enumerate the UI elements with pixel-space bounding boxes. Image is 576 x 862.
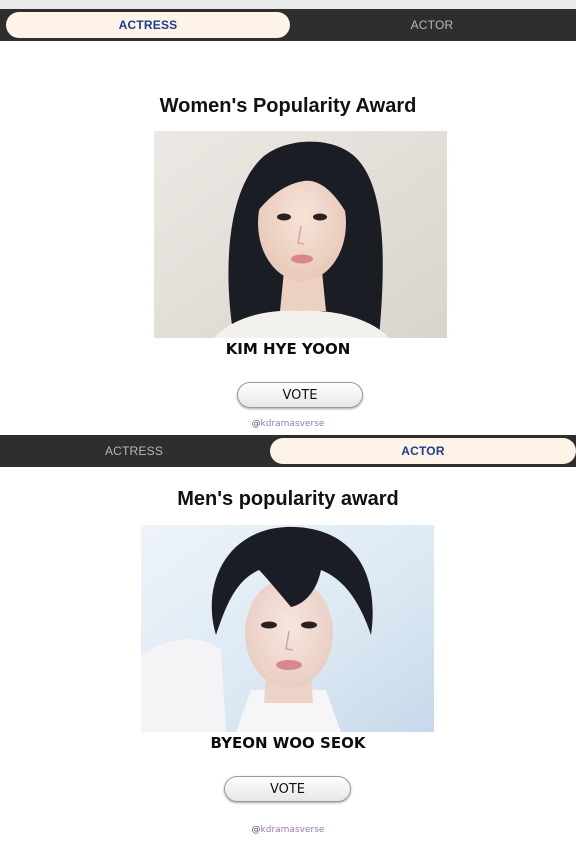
handle-watermark: @kdramasverse: [0, 419, 576, 429]
women-award-title: Women's Popularity Award: [159, 95, 417, 117]
tab-actress[interactable]: ACTRESS: [0, 438, 268, 464]
actress-photo: [154, 131, 447, 338]
handle-at: @: [251, 419, 261, 429]
handle-at: @: [251, 825, 261, 835]
tab-actress[interactable]: ACTRESS: [6, 12, 290, 38]
actress-name: KIM HYE YOON: [225, 340, 351, 358]
bottom-tab-bar: ACTRESS ACTOR: [0, 435, 576, 467]
tab-actor[interactable]: ACTOR: [290, 12, 574, 38]
vote-button-actor[interactable]: VOTE: [224, 776, 351, 802]
handle-watermark: @kdramasverse: [0, 825, 576, 835]
men-award-title: Men's popularity award: [177, 488, 399, 510]
handle-text: kdramasverse: [260, 419, 325, 429]
top-strip: [0, 0, 576, 9]
tab-actor[interactable]: ACTOR: [270, 438, 576, 464]
vote-button-actress[interactable]: VOTE: [237, 382, 363, 408]
actor-photo: [141, 525, 434, 732]
actor-name: BYEON WOO SEOK: [210, 734, 366, 752]
top-tab-bar: ACTRESS ACTOR: [0, 9, 576, 41]
handle-text: kdramasverse: [260, 825, 325, 835]
